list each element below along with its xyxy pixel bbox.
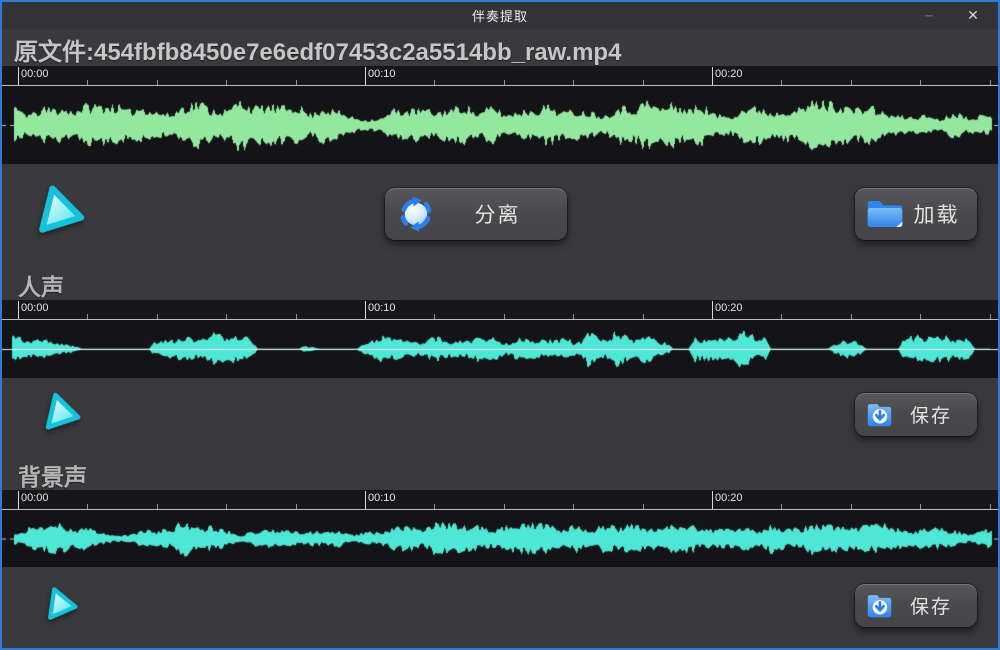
timeline-minor-tick bbox=[157, 80, 158, 85]
timeline-tick-label: 00:00 bbox=[21, 492, 49, 504]
waveform-vocal-panel bbox=[2, 320, 998, 378]
waveform-background bbox=[2, 510, 998, 567]
timeline-minor-tick bbox=[781, 80, 782, 85]
timeline-background: 00:00 00:10 00:20 bbox=[2, 490, 998, 510]
timeline-tick-label: 00:10 bbox=[368, 68, 396, 80]
timeline-minor-tick bbox=[851, 504, 852, 509]
timeline-tick-label: 00:20 bbox=[715, 302, 743, 314]
load-button-label: 加载 bbox=[904, 199, 977, 229]
timeline-minor-tick bbox=[434, 80, 435, 85]
timeline-minor-tick bbox=[504, 314, 505, 319]
timeline-major-tick bbox=[365, 301, 366, 319]
timeline-minor-tick bbox=[434, 314, 435, 319]
background-section-label: 背景声 bbox=[18, 458, 87, 492]
separate-button[interactable]: 分离 bbox=[385, 188, 567, 240]
timeline-minor-tick bbox=[920, 80, 921, 85]
waveform-vocal bbox=[2, 320, 998, 378]
play-icon bbox=[35, 385, 93, 443]
timeline-tick-label: 00:00 bbox=[21, 302, 49, 314]
timeline-minor-tick bbox=[87, 314, 88, 319]
timeline-minor-tick bbox=[226, 314, 227, 319]
waveform-original-panel bbox=[2, 86, 998, 164]
folder-open-icon bbox=[866, 199, 904, 229]
timeline-minor-tick bbox=[226, 80, 227, 85]
timeline-minor-tick bbox=[434, 504, 435, 509]
save-download-icon bbox=[866, 592, 893, 619]
save-vocal-button-label: 保存 bbox=[893, 401, 977, 428]
timeline-tick-label: 00:20 bbox=[715, 68, 743, 80]
save-background-button[interactable]: 保存 bbox=[855, 584, 977, 627]
timeline-major-tick bbox=[712, 491, 713, 509]
source-file-label: 原文件:454fbfb8450e7e6edf07453c2a5514bb_raw… bbox=[14, 32, 621, 67]
timeline-minor-tick bbox=[781, 314, 782, 319]
timeline-major-tick bbox=[712, 301, 713, 319]
timeline-minor-tick bbox=[157, 314, 158, 319]
timeline-original: 00:00 00:10 00:20 bbox=[2, 66, 998, 86]
timeline-minor-tick bbox=[87, 504, 88, 509]
timeline-tick-label: 00:00 bbox=[21, 68, 49, 80]
minimize-icon[interactable]: – bbox=[912, 2, 946, 28]
timeline-major-tick bbox=[365, 491, 366, 509]
timeline-minor-tick bbox=[851, 80, 852, 85]
close-icon[interactable]: ✕ bbox=[956, 2, 990, 28]
timeline-minor-tick bbox=[296, 314, 297, 319]
save-vocal-button[interactable]: 保存 bbox=[855, 393, 977, 436]
vocal-section-label: 人声 bbox=[18, 268, 64, 302]
waveform-background-panel bbox=[2, 510, 998, 567]
timeline-major-tick bbox=[18, 301, 19, 319]
play-background-button[interactable] bbox=[39, 581, 86, 628]
timeline-major-tick bbox=[18, 491, 19, 509]
waveform-original bbox=[2, 86, 998, 164]
sync-icon bbox=[396, 194, 436, 234]
timeline-tick-label: 00:20 bbox=[715, 492, 743, 504]
timeline-minor-tick bbox=[573, 504, 574, 509]
timeline-major-tick bbox=[365, 67, 366, 85]
timeline-minor-tick bbox=[990, 80, 991, 85]
timeline-minor-tick bbox=[226, 504, 227, 509]
play-icon bbox=[39, 581, 86, 628]
timeline-minor-tick bbox=[851, 314, 852, 319]
timeline-minor-tick bbox=[504, 80, 505, 85]
timeline-minor-tick bbox=[157, 504, 158, 509]
timeline-minor-tick bbox=[296, 80, 297, 85]
timeline-minor-tick bbox=[573, 80, 574, 85]
separate-button-label: 分离 bbox=[436, 199, 567, 229]
timeline-tick-label: 00:10 bbox=[368, 492, 396, 504]
timeline-minor-tick bbox=[573, 314, 574, 319]
play-icon bbox=[25, 175, 100, 250]
timeline-minor-tick bbox=[643, 504, 644, 509]
timeline-minor-tick bbox=[296, 504, 297, 509]
timeline-minor-tick bbox=[504, 504, 505, 509]
timeline-minor-tick bbox=[643, 80, 644, 85]
timeline-tick-label: 00:10 bbox=[368, 302, 396, 314]
timeline-minor-tick bbox=[990, 314, 991, 319]
app-window: 伴奏提取 – ✕ 原文件:454fbfb8450e7e6edf07453c2a5… bbox=[0, 0, 1000, 650]
timeline-major-tick bbox=[712, 67, 713, 85]
save-background-button-label: 保存 bbox=[893, 592, 977, 619]
timeline-minor-tick bbox=[990, 504, 991, 509]
timeline-vocal: 00:00 00:10 00:20 bbox=[2, 300, 998, 320]
save-download-icon bbox=[866, 401, 893, 428]
play-vocal-button[interactable] bbox=[35, 385, 93, 443]
timeline-minor-tick bbox=[920, 314, 921, 319]
timeline-minor-tick bbox=[643, 314, 644, 319]
timeline-minor-tick bbox=[781, 504, 782, 509]
titlebar: 伴奏提取 bbox=[2, 2, 998, 29]
timeline-minor-tick bbox=[87, 80, 88, 85]
timeline-minor-tick bbox=[920, 504, 921, 509]
timeline-major-tick bbox=[18, 67, 19, 85]
load-button[interactable]: 加载 bbox=[855, 188, 977, 240]
play-original-button[interactable] bbox=[25, 175, 100, 250]
window-title: 伴奏提取 bbox=[472, 6, 528, 25]
